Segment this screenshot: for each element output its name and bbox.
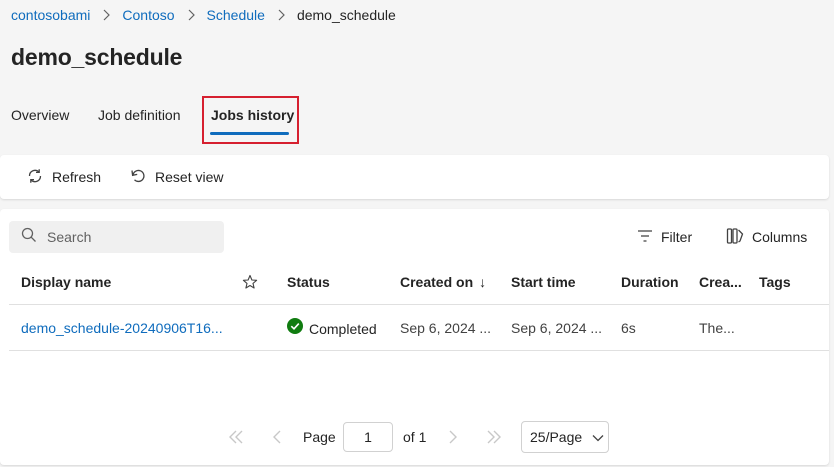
- tab-job-definition[interactable]: Job definition: [98, 95, 181, 135]
- page-title: demo_schedule: [11, 44, 183, 70]
- tab-list: Overview Job definition Jobs history: [0, 95, 400, 145]
- star-icon[interactable]: [242, 271, 258, 293]
- tab-overview[interactable]: Overview: [11, 95, 69, 135]
- columns-icon: [726, 227, 752, 248]
- column-header-created-by[interactable]: Crea...: [699, 271, 742, 293]
- created-by-cell: The...: [699, 320, 735, 336]
- breadcrumb: contosobami Contoso Schedule demo_schedu…: [11, 6, 396, 24]
- previous-page-icon[interactable]: [271, 421, 283, 453]
- refresh-label: Refresh: [52, 169, 102, 185]
- column-header-duration[interactable]: Duration: [621, 271, 679, 293]
- page-size-dropdown-wrap: 25/Page: [521, 421, 609, 453]
- page-label: Page: [303, 429, 336, 445]
- job-display-name-link[interactable]: demo_schedule-20240906T16...: [21, 317, 223, 339]
- breadcrumb-item-schedule[interactable]: Schedule: [207, 7, 265, 23]
- filter-label: Filter: [661, 229, 693, 245]
- chevron-down-icon: [582, 429, 604, 445]
- created-on-cell: Sep 6, 2024 ...: [400, 320, 492, 336]
- highlight-box: [202, 96, 299, 144]
- undo-icon: [129, 167, 155, 188]
- pagination: Page of 1 25/Page: [0, 421, 829, 453]
- grid-tools: Filter Columns: [0, 223, 829, 251]
- filter-button[interactable]: Filter: [637, 223, 692, 251]
- column-header-status[interactable]: Status: [287, 271, 330, 293]
- divider: [9, 304, 829, 305]
- duration-cell: 6s: [621, 320, 636, 336]
- column-header-display-name[interactable]: Display name: [21, 271, 111, 293]
- page-count-label: of 1: [403, 429, 427, 445]
- command-bar: Refresh Reset view: [0, 155, 829, 199]
- column-header-tags[interactable]: Tags: [759, 271, 791, 293]
- columns-label: Columns: [752, 229, 808, 245]
- page-number-input-wrap: [343, 421, 393, 453]
- last-page-icon[interactable]: [485, 421, 503, 453]
- page-number-input[interactable]: [343, 422, 393, 452]
- refresh-button[interactable]: Refresh: [22, 162, 105, 192]
- columns-button[interactable]: Columns: [726, 223, 807, 251]
- column-header-created-on[interactable]: Created on ↓: [400, 271, 486, 293]
- jobs-grid-panel: Filter Columns Display name Status Creat…: [0, 209, 829, 465]
- column-header-created-on-label: Created on: [400, 274, 474, 290]
- refresh-icon: [26, 167, 52, 188]
- start-time-cell: Sep 6, 2024 ...: [511, 320, 603, 336]
- checkmark-circle-icon: [287, 318, 309, 340]
- sort-descending-icon: ↓: [479, 274, 487, 290]
- status-cell: Completed: [287, 318, 377, 340]
- divider: [9, 350, 829, 351]
- chevron-right-icon: [102, 9, 111, 21]
- breadcrumb-current: demo_schedule: [296, 7, 396, 23]
- chevron-right-icon: [277, 9, 285, 21]
- chevron-right-icon: [187, 9, 195, 21]
- reset-view-label: Reset view: [155, 169, 224, 185]
- breadcrumb-item-project[interactable]: Contoso: [122, 7, 174, 23]
- first-page-icon[interactable]: [227, 421, 245, 453]
- breadcrumb-item-workspace[interactable]: contosobami: [11, 7, 90, 23]
- reset-view-button[interactable]: Reset view: [125, 162, 227, 192]
- page-size-value: 25/Page: [530, 429, 583, 445]
- filter-icon: [637, 229, 661, 246]
- status-label: Completed: [309, 321, 377, 337]
- column-header-start-time[interactable]: Start time: [511, 271, 576, 293]
- next-page-icon[interactable]: [447, 421, 459, 453]
- page-size-dropdown[interactable]: 25/Page: [521, 421, 609, 453]
